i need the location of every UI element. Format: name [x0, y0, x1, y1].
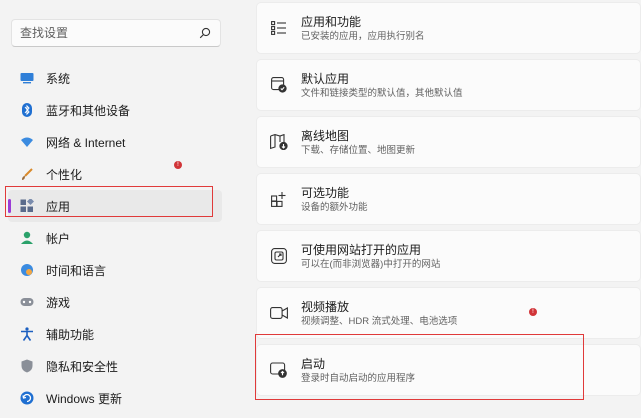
system-icon	[20, 71, 34, 85]
sidebar-nav: 系统 蓝牙和其他设备 网络 & Internet 个性化 ! 应用 帐户 时间和…	[8, 62, 222, 414]
settings-sidebar: 系统 蓝牙和其他设备 网络 & Internet 个性化 ! 应用	[0, 0, 230, 418]
card-subtitle: 文件和链接类型的默认值，其他默认值	[301, 87, 463, 99]
card-title: 视频播放	[301, 299, 350, 314]
notification-badge: !	[174, 161, 182, 169]
gamepad-icon	[20, 295, 34, 309]
sidebar-item-network[interactable]: 网络 & Internet	[8, 126, 222, 158]
search-box[interactable]	[11, 19, 221, 47]
card-subtitle: 可以在(而非浏览器)中打开的网站	[301, 258, 441, 270]
apps-highlight-box	[5, 186, 213, 217]
card-title: 可使用网站打开的应用	[301, 242, 422, 257]
sidebar-item-windows-update[interactable]: Windows 更新	[8, 382, 222, 414]
video-playback-icon	[269, 303, 289, 323]
shield-icon	[20, 359, 34, 373]
card-subtitle: 下载、存储位置、地图更新	[301, 144, 416, 156]
card-subtitle: 视频调整、HDR 流式处理、电池选项	[301, 315, 458, 327]
windows-update-icon	[20, 391, 34, 405]
card-title: 默认应用	[301, 71, 350, 86]
card-optional-features[interactable]: 可选功能 设备的额外功能	[256, 173, 641, 225]
sidebar-item-gaming[interactable]: 游戏	[8, 286, 222, 318]
card-apps-features[interactable]: 应用和功能 已安装的应用，应用执行别名	[256, 2, 641, 54]
sidebar-item-label: 网络 & Internet	[46, 135, 126, 150]
card-offline-maps[interactable]: 离线地图 下载、存储位置、地图更新	[256, 116, 641, 168]
card-apps-for-websites[interactable]: 可使用网站打开的应用 可以在(而非浏览器)中打开的网站	[256, 230, 641, 282]
offline-map-icon	[269, 132, 289, 152]
brush-icon	[20, 167, 34, 181]
default-apps-icon	[269, 75, 289, 95]
sidebar-item-label: 隐私和安全性	[46, 359, 119, 374]
sidebar-item-privacy[interactable]: 隐私和安全性	[8, 350, 222, 382]
apps-for-websites-icon	[269, 246, 289, 266]
sidebar-item-label: 时间和语言	[46, 263, 107, 278]
sidebar-item-system[interactable]: 系统	[8, 62, 222, 94]
sidebar-item-accessibility[interactable]: 辅助功能	[8, 318, 222, 350]
card-title: 应用和功能	[301, 14, 362, 29]
sidebar-item-bluetooth[interactable]: 蓝牙和其他设备	[8, 94, 222, 126]
sidebar-item-label: 系统	[46, 71, 71, 86]
startup-highlight-box	[255, 334, 584, 400]
card-subtitle: 设备的额外功能	[301, 201, 368, 213]
account-icon	[20, 231, 34, 245]
card-subtitle: 已安装的应用，应用执行别名	[301, 30, 425, 42]
sidebar-item-time-language[interactable]: 时间和语言	[8, 254, 222, 286]
search-icon[interactable]	[198, 26, 212, 40]
accessibility-icon	[20, 327, 34, 341]
apps-list-icon	[269, 18, 289, 38]
sidebar-item-label: 蓝牙和其他设备	[46, 103, 131, 118]
bluetooth-icon	[20, 103, 34, 117]
wifi-icon	[20, 135, 34, 149]
card-title: 离线地图	[301, 128, 350, 143]
sidebar-item-label: 个性化	[46, 167, 83, 182]
card-default-apps[interactable]: 默认应用 文件和链接类型的默认值，其他默认值	[256, 59, 641, 111]
optional-features-icon	[269, 189, 289, 209]
sidebar-item-label: Windows 更新	[46, 391, 123, 406]
sidebar-item-label: 帐户	[46, 231, 71, 246]
sidebar-item-label: 游戏	[46, 295, 71, 310]
card-video-playback[interactable]: 视频播放 视频调整、HDR 流式处理、电池选项 !	[256, 287, 641, 339]
search-input[interactable]	[20, 26, 198, 40]
sidebar-item-accounts[interactable]: 帐户	[8, 222, 222, 254]
globe-clock-icon	[20, 263, 34, 277]
sidebar-item-label: 辅助功能	[46, 327, 95, 342]
notification-badge: !	[529, 308, 537, 316]
card-title: 可选功能	[301, 185, 350, 200]
